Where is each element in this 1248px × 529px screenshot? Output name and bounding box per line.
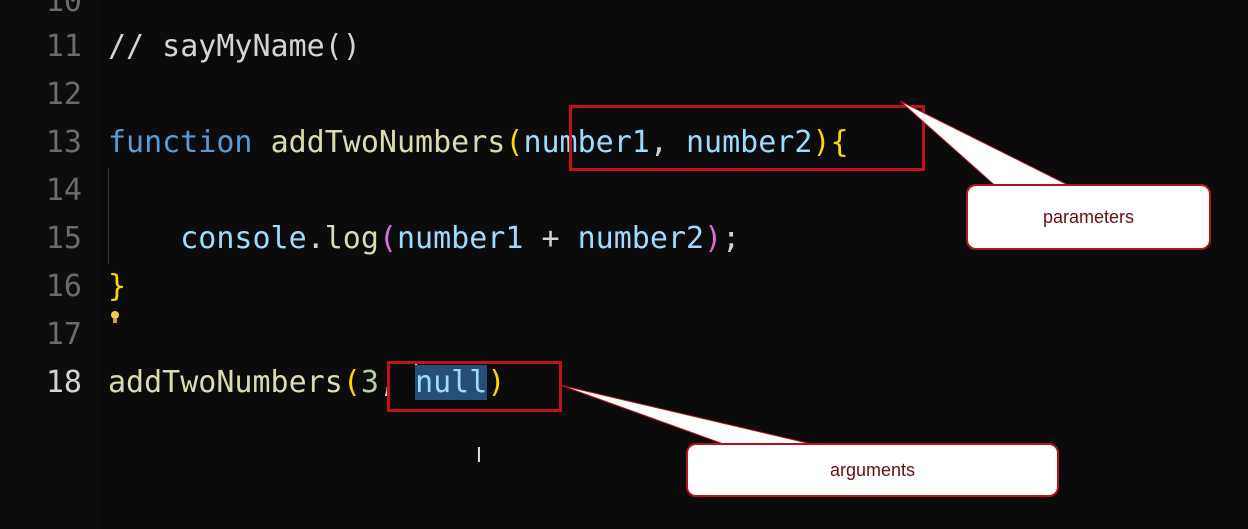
text-cursor-icon: I [476, 443, 482, 467]
parameters-label: parameters [1042, 206, 1135, 227]
arguments-callout-pointer [559, 384, 821, 451]
arguments-label: arguments [829, 459, 916, 480]
parameters-callout-pointer [899, 100, 1072, 191]
parameters-callout: parameters [966, 184, 1211, 250]
callout-pointers [559, 100, 1072, 451]
arguments-callout: arguments [686, 443, 1059, 497]
